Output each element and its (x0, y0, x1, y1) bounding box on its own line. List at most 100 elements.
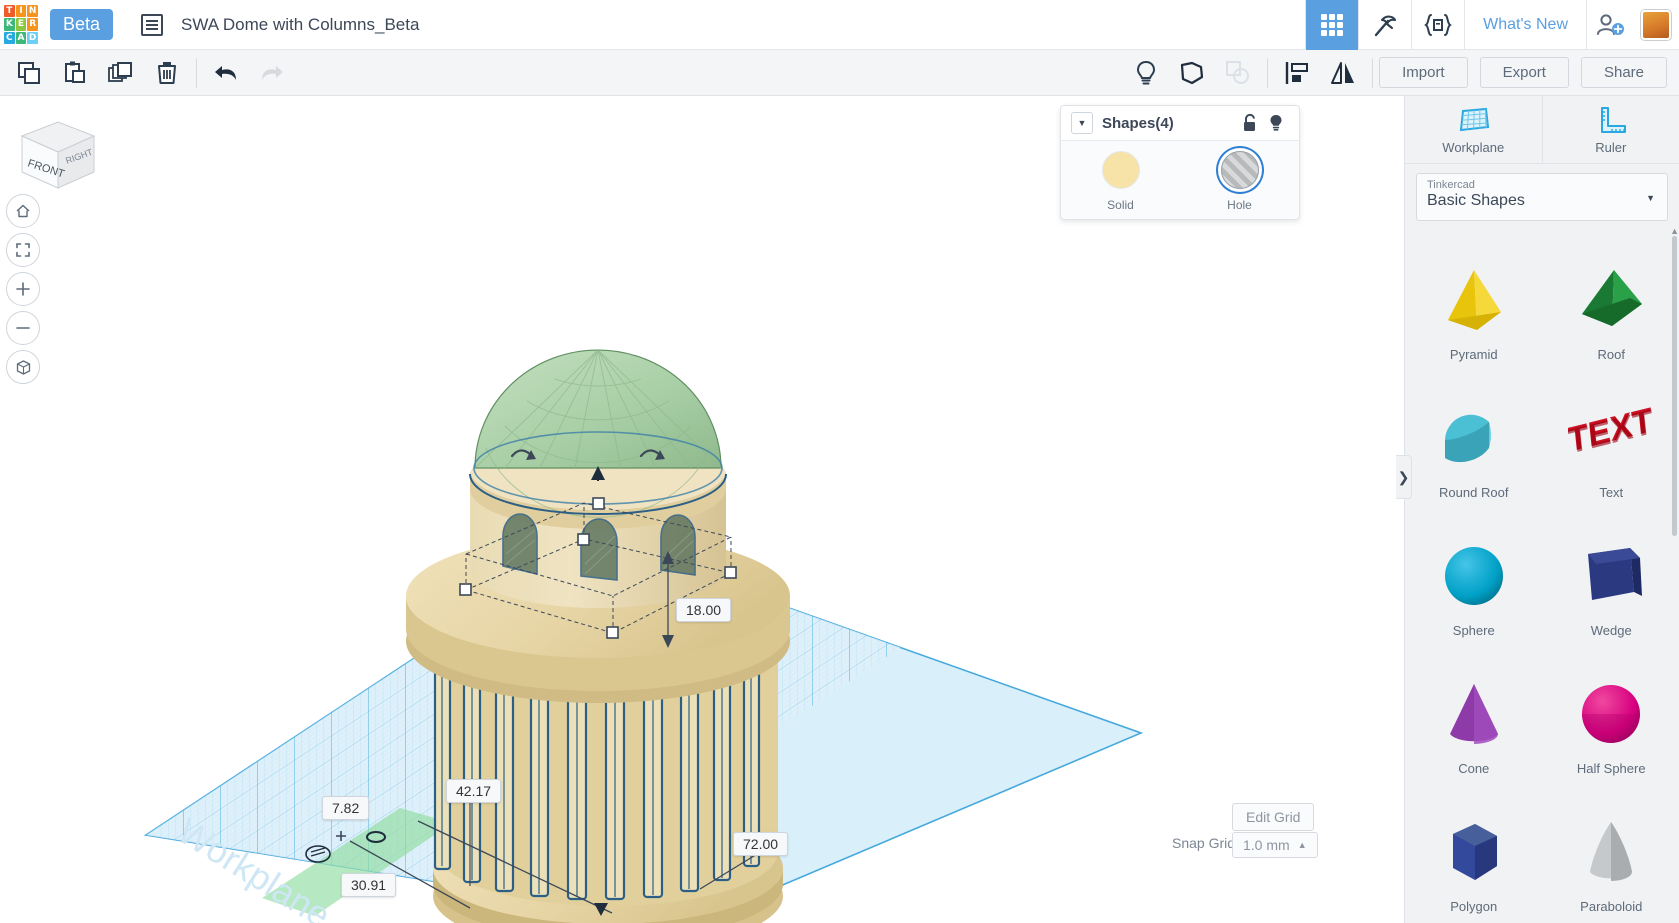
right-sidebar: Workplane Ruler Tinkercad Basic Shapes ▼… (1404, 96, 1679, 923)
align-icon[interactable] (1274, 50, 1320, 96)
dimension-label[interactable]: 7.82 (322, 796, 370, 820)
ungroup-icon (1215, 50, 1261, 96)
copy-icon[interactable] (6, 50, 52, 96)
hole-swatch-option[interactable]: Hole (1220, 151, 1259, 212)
group-icon[interactable] (1169, 50, 1215, 96)
undo-icon[interactable] (203, 50, 249, 96)
logo-tile-d: D (27, 31, 38, 44)
shape-item-sphere[interactable]: Sphere (1405, 514, 1543, 638)
tinkercad-logo[interactable]: T I N K E R C A D (4, 5, 38, 44)
sidebar-item-ruler[interactable]: Ruler (1543, 96, 1679, 163)
3d-viewport[interactable]: FRONT RIGHT Workplane 18.00 42.17 72.00 … (0, 96, 1404, 923)
logo-tile-t: T (4, 5, 15, 18)
document-list-icon[interactable] (141, 13, 164, 36)
chevron-up-icon: ▲ (1297, 840, 1307, 850)
shape-palette: Pyramid Roof Round Roof TEXT TEXT Text S… (1405, 228, 1679, 923)
shape-item-text[interactable]: TEXT TEXT Text (1543, 376, 1679, 500)
share-button[interactable]: Share (1580, 57, 1667, 88)
grid-glyph (1321, 13, 1344, 36)
import-button[interactable]: Import (1379, 57, 1468, 88)
divider (196, 57, 197, 88)
gallery-thumbnail-icon[interactable] (1633, 0, 1679, 50)
shape-item-wedge[interactable]: Wedge (1543, 514, 1679, 638)
shapes-panel-body: Solid Hole (1061, 141, 1299, 212)
dimension-label[interactable]: 72.00 (733, 832, 789, 856)
logo-tile-a: A (15, 31, 27, 44)
shape-label: Paraboloid (1580, 899, 1643, 914)
dimension-label[interactable]: 18.00 (676, 598, 732, 622)
scene-render[interactable]: Workplane (0, 96, 1404, 923)
logo-tile-c: C (4, 31, 15, 44)
shape-item-pyramid[interactable]: Pyramid (1405, 238, 1543, 362)
chevron-down-icon[interactable]: ▼ (1071, 112, 1093, 134)
dimension-label[interactable]: 42.17 (446, 779, 502, 803)
duplicate-icon[interactable] (98, 50, 144, 96)
logo-tile-i: I (15, 5, 27, 18)
mirror-icon[interactable] (1320, 50, 1366, 96)
dimension-label[interactable]: 30.91 (341, 873, 397, 897)
edit-toolbar: Import Export Share (0, 50, 1679, 96)
shape-label: Roof (1597, 347, 1625, 362)
sidebar-item-label: Workplane (1442, 139, 1505, 155)
shape-library-select[interactable]: Tinkercad Basic Shapes ▼ (1416, 173, 1668, 221)
top-bar: T I N K E R C A D Beta SWA Dome with Col… (0, 0, 1679, 50)
designs-grid-icon[interactable] (1306, 0, 1359, 50)
shape-item-roof[interactable]: Roof (1543, 238, 1679, 362)
shape-label: Sphere (1452, 623, 1495, 638)
text-shape-icon: TEXT TEXT (1568, 397, 1654, 479)
document-title[interactable]: SWA Dome with Columns_Beta (181, 15, 419, 35)
shape-label: Polygon (1450, 899, 1498, 914)
logo-tile-k: K (4, 18, 15, 31)
paste-icon[interactable] (52, 50, 98, 96)
library-value: Basic Shapes (1427, 192, 1525, 209)
unlock-icon[interactable] (1237, 110, 1263, 136)
logo-tile-r: R (27, 18, 38, 31)
ruler-icon (1600, 106, 1626, 133)
pyramid-shape-icon (1433, 259, 1515, 341)
library-kicker: Tinkercad (1427, 179, 1475, 191)
shape-item-paraboloid[interactable]: Paraboloid (1543, 790, 1679, 914)
edit-grid-button[interactable]: Edit Grid (1232, 803, 1315, 831)
shapes-inspector-panel[interactable]: ▼ Shapes(4) Solid Hole (1060, 105, 1300, 220)
snap-grid-label: Snap Grid (1172, 835, 1236, 851)
user-add-icon[interactable] (1587, 0, 1633, 50)
doc-icon-line (146, 19, 159, 22)
divider (1267, 57, 1269, 88)
export-button[interactable]: Export (1479, 57, 1569, 88)
shape-item-round-roof[interactable]: Round Roof (1405, 376, 1543, 500)
solid-swatch-option[interactable]: Solid (1101, 151, 1140, 212)
shapes-panel-header: ▼ Shapes(4) (1061, 106, 1299, 141)
light-bulb-icon[interactable] (1123, 50, 1169, 96)
beta-badge[interactable]: Beta (50, 9, 114, 40)
codeblocks-icon[interactable] (1412, 0, 1464, 50)
hole-label: Hole (1227, 198, 1252, 212)
sidebar-item-workplane[interactable]: Workplane (1405, 96, 1543, 163)
light-bulb-icon[interactable] (1263, 110, 1289, 136)
shape-label: Round Roof (1439, 485, 1509, 500)
sidebar-tools: Workplane Ruler (1405, 96, 1679, 164)
shape-item-polygon[interactable]: Polygon (1405, 790, 1543, 914)
shape-label: Text (1599, 485, 1624, 500)
shape-item-cone[interactable]: Cone (1405, 652, 1543, 776)
shape-item-half-sphere[interactable]: Half Sphere (1543, 652, 1679, 776)
sidebar-item-label: Ruler (1595, 139, 1627, 155)
polygon-shape-icon (1433, 811, 1515, 893)
shape-label: Wedge (1590, 623, 1632, 638)
snap-grid-value: 1.0 mm (1243, 837, 1290, 853)
wedge-shape-icon (1570, 535, 1652, 617)
divider (1372, 57, 1374, 88)
shape-label: Half Sphere (1576, 761, 1646, 776)
pickaxe-icon[interactable] (1359, 0, 1411, 50)
shape-label: Pyramid (1449, 347, 1498, 362)
snap-grid-select[interactable]: 1.0 mm ▲ (1232, 832, 1318, 858)
sidebar-collapse-handle[interactable]: ❯ (1396, 455, 1412, 499)
workplane-icon (1460, 107, 1490, 131)
half-sphere-shape-icon (1570, 673, 1652, 755)
logo-tile-n: N (27, 5, 38, 18)
logo-tile-e: E (15, 18, 27, 31)
whats-new-link[interactable]: What's New (1465, 16, 1586, 34)
redo-icon (249, 50, 295, 96)
round-roof-shape-icon (1431, 397, 1517, 479)
delete-icon[interactable] (144, 50, 190, 96)
gallery-thumb (1641, 9, 1671, 40)
